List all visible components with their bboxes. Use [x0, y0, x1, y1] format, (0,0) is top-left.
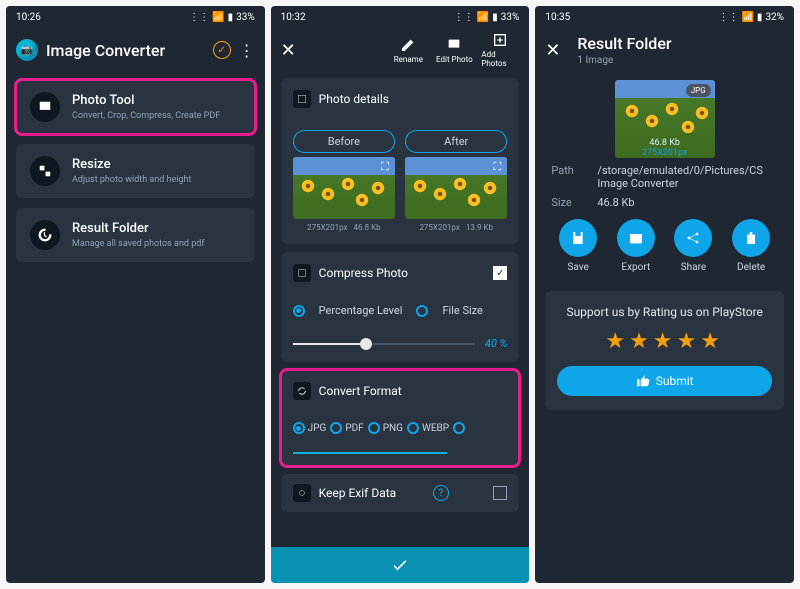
confirm-button[interactable] — [271, 547, 530, 583]
rating-card: Support us by Rating us on PlayStore ★★★… — [545, 291, 784, 410]
after-tab[interactable]: After — [405, 130, 507, 153]
card-title: Result Folder — [72, 221, 204, 236]
photo-tool-icon — [30, 92, 60, 122]
clock: 10:26 — [16, 12, 41, 23]
size-label: 46.8 Kb — [354, 223, 381, 232]
edit-photo-button[interactable]: Edit Photo — [435, 37, 473, 64]
percentage-radio[interactable] — [293, 305, 305, 317]
status-icons: ⋮⋮📶▮32% — [718, 12, 784, 23]
size-label: 13.9 Kb — [466, 223, 493, 232]
page-subtitle: 1 Image — [577, 55, 671, 66]
section-title: Compress Photo — [319, 266, 408, 280]
export-button[interactable]: Export — [617, 219, 655, 273]
compress-slider[interactable] — [293, 343, 475, 345]
history-icon — [30, 220, 60, 250]
after-thumbnail[interactable]: ⛶ — [405, 157, 507, 219]
thumb-dim: 275X201px — [615, 148, 715, 158]
screen-editor: 10:32 ⋮⋮📶▮33% ✕ Rename Edit Photo Add Ph… — [271, 6, 530, 583]
convert-format-section: Convert Format JPG PDF PNG WEBP — [281, 370, 520, 466]
format-pdf[interactable]: PDF — [330, 422, 363, 434]
status-bar: 10:26 ⋮⋮📶▮33% — [6, 6, 265, 28]
app-title: Image Converter — [46, 41, 205, 60]
editor-toolbar: ✕ Rename Edit Photo Add Photos — [271, 28, 530, 72]
path-label: Path — [551, 164, 585, 190]
screen-result: 10:35 ⋮⋮📶▮32% ✕ Result Folder 1 Image JP… — [535, 6, 794, 583]
delete-button[interactable]: Delete — [732, 219, 770, 273]
result-folder-card[interactable]: Result Folder Manage all saved photos an… — [16, 208, 255, 262]
save-button[interactable]: Save — [559, 219, 597, 273]
filesize-radio[interactable] — [416, 305, 428, 317]
format-more[interactable] — [453, 422, 465, 434]
thumb-size: 46.8 Kb — [615, 138, 715, 148]
section-title: Photo details — [319, 92, 389, 106]
rename-button[interactable]: Rename — [389, 37, 427, 64]
close-icon[interactable]: ✕ — [281, 40, 305, 61]
status-bar: 10:35 ⋮⋮📶▮32% — [535, 6, 794, 28]
radio-label: File Size — [442, 304, 482, 317]
photo-tool-card[interactable]: Photo Tool Convert, Crop, Compress, Crea… — [16, 80, 255, 134]
card-subtitle: Adjust photo width and height — [72, 175, 191, 185]
clock: 10:35 — [545, 12, 570, 23]
result-header: ✕ Result Folder 1 Image — [535, 28, 794, 72]
page-title: Result Folder — [577, 34, 671, 53]
resize-card[interactable]: Resize Adjust photo width and height — [16, 144, 255, 198]
exif-icon — [293, 484, 311, 502]
compress-checkbox[interactable]: ✓ — [493, 266, 507, 280]
photo-icon — [293, 90, 311, 108]
expand-icon[interactable]: ⛶ — [490, 160, 504, 174]
dim-label: 275X201px — [419, 223, 459, 232]
submit-label: Submit — [656, 374, 694, 388]
card-subtitle: Convert, Crop, Compress, Create PDF — [72, 111, 220, 121]
photo-details-section: Photo details Before ⛶ 275X201px46.8 Kb … — [281, 78, 520, 244]
app-header: 📷 Image Converter ✓ ⋮ — [6, 28, 265, 72]
format-webp[interactable]: WEBP — [407, 422, 449, 434]
exif-section: Keep Exif Data? — [281, 474, 520, 512]
resize-icon — [30, 156, 60, 186]
exif-checkbox[interactable] — [493, 486, 507, 500]
rating-text: Support us by Rating us on PlayStore — [557, 305, 772, 319]
add-photos-button[interactable]: Add Photos — [481, 32, 519, 68]
card-title: Photo Tool — [72, 93, 220, 108]
percent-value: 40 % — [485, 337, 508, 350]
premium-icon[interactable]: ✓ — [213, 41, 231, 59]
section-title: Keep Exif Data — [319, 486, 397, 500]
result-thumbnail[interactable]: JPG 46.8 Kb275X201px — [615, 80, 715, 158]
convert-icon — [293, 382, 311, 400]
format-jpg[interactable]: JPG — [293, 422, 327, 434]
size-label: Size — [551, 196, 585, 209]
submit-button[interactable]: Submit — [557, 366, 772, 396]
rating-stars[interactable]: ★★★★★ — [557, 329, 772, 354]
close-icon[interactable]: ✕ — [545, 40, 569, 61]
card-subtitle: Manage all saved photos and pdf — [72, 239, 204, 249]
format-png[interactable]: PNG — [368, 422, 403, 434]
section-title: Convert Format — [319, 384, 402, 398]
compress-icon — [293, 264, 311, 282]
overflow-menu-icon[interactable]: ⋮ — [239, 41, 255, 60]
share-button[interactable]: Share — [674, 219, 712, 273]
format-indicator — [293, 452, 448, 454]
format-badge: JPG — [686, 84, 711, 97]
screen-home: 10:26 ⋮⋮📶▮33% 📷 Image Converter ✓ ⋮ Phot… — [6, 6, 265, 583]
expand-icon[interactable]: ⛶ — [378, 160, 392, 174]
size-value: 46.8 Kb — [597, 196, 634, 209]
help-icon[interactable]: ? — [433, 485, 449, 501]
card-title: Resize — [72, 157, 191, 172]
before-tab[interactable]: Before — [293, 130, 395, 153]
dim-label: 275X201px — [307, 223, 347, 232]
status-icons: ⋮⋮📶▮33% — [454, 12, 520, 23]
clock: 10:32 — [281, 12, 306, 23]
before-thumbnail[interactable]: ⛶ — [293, 157, 395, 219]
app-logo-icon: 📷 — [16, 39, 38, 61]
path-value: /storage/emulated/0/Pictures/CS Image Co… — [597, 164, 778, 190]
status-bar: 10:32 ⋮⋮📶▮33% — [271, 6, 530, 28]
compress-section: Compress Photo ✓ Percentage Level File Si… — [281, 252, 520, 362]
radio-label: Percentage Level — [319, 304, 403, 317]
status-icons: ⋮⋮📶▮33% — [189, 12, 255, 23]
